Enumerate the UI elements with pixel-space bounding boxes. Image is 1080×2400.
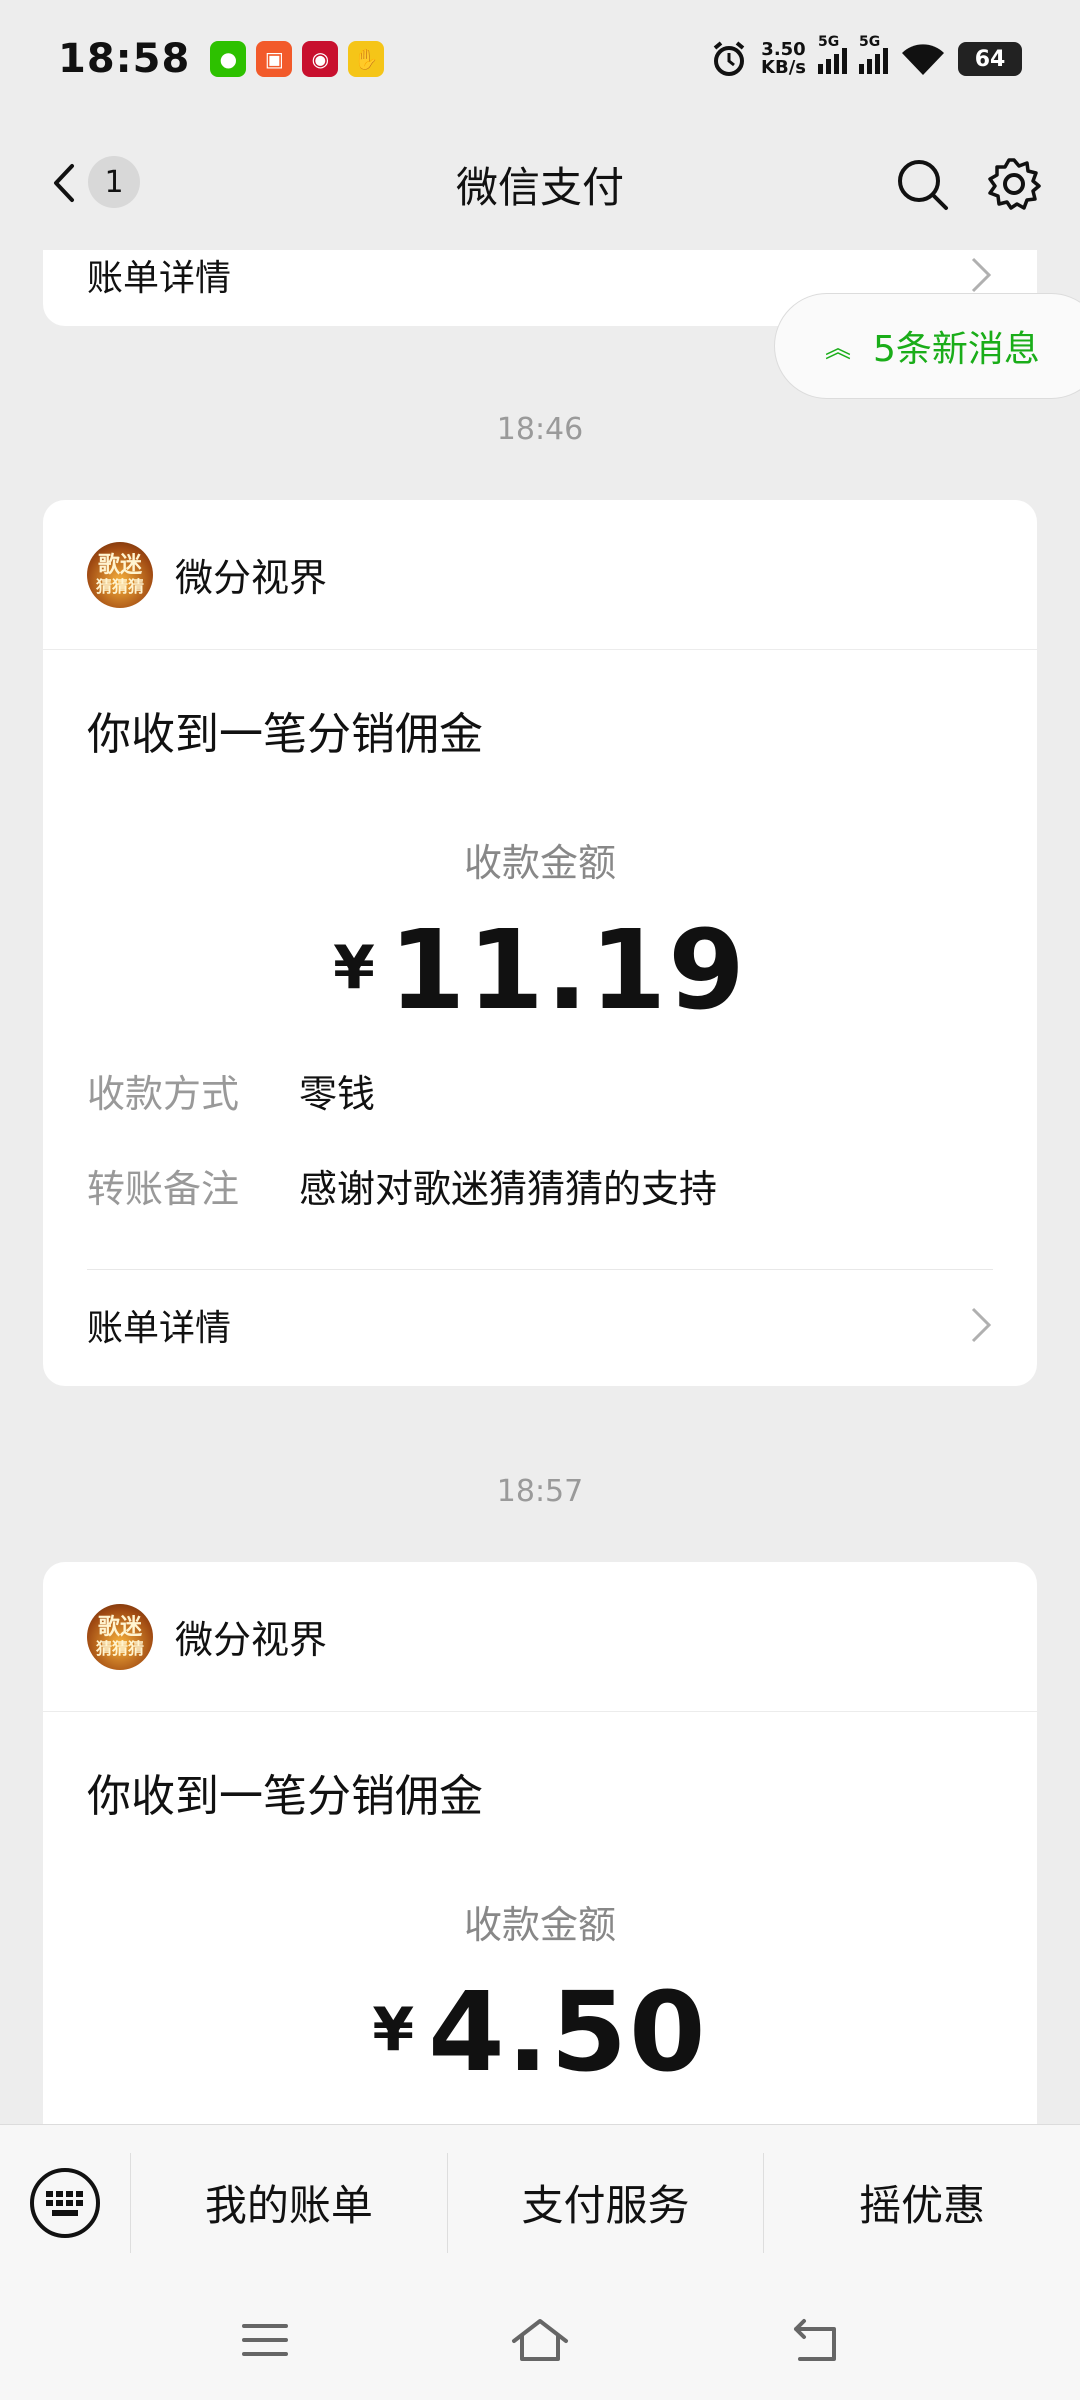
transfer-note-key: 转账备注: [87, 1167, 240, 1211]
card-header[interactable]: 歌迷 猜猜猜 微分视界: [43, 1562, 1037, 1712]
avatar-text-top: 歌迷: [97, 1614, 142, 1640]
system-nav-bar: [0, 2280, 1080, 2400]
sender-name: 微分视界: [175, 1618, 328, 1662]
currency-symbol: ¥: [372, 1995, 415, 2065]
amount-label: 收款金额: [463, 841, 616, 885]
bill-detail-row[interactable]: 账单详情: [43, 1270, 1037, 1380]
status-time: 18:58: [58, 36, 191, 82]
payment-method-row: 收款方式 零钱: [43, 1063, 1037, 1118]
message-title: 你收到一笔分销佣金: [87, 1771, 483, 1822]
currency-symbol: ¥: [333, 933, 375, 1003]
gear-icon[interactable]: [986, 156, 1042, 212]
new-messages-button[interactable]: ︽ 5条新消息: [774, 293, 1080, 399]
wechat-icon: ●: [210, 41, 247, 77]
search-icon[interactable]: [894, 156, 950, 212]
net-speed: 3.50 KB/s: [761, 41, 806, 77]
amount-label: 收款金额: [463, 1903, 616, 1947]
bill-detail-label: 账单详情: [87, 1308, 232, 1349]
avatar: 歌迷 猜猜猜: [87, 541, 153, 608]
payment-method-key: 收款方式: [87, 1072, 240, 1116]
sender-name: 微分视界: [175, 556, 328, 600]
back-arrow-icon[interactable]: [40, 158, 90, 208]
message-time: 18:46: [496, 412, 584, 447]
net-speed-unit: KB/s: [761, 57, 806, 78]
message-title: 你收到一笔分销佣金: [87, 709, 483, 760]
battery-indicator: 64: [958, 42, 1022, 76]
menu-my-bills[interactable]: 我的账单: [130, 2152, 447, 2253]
alarm-icon: [713, 41, 745, 76]
double-chevron-up-icon: ︽: [825, 333, 852, 364]
payment-message-card[interactable]: 歌迷 猜猜猜 微分视界 你收到一笔分销佣金 收款金额 ¥ 11.19 收款方式 …: [43, 500, 1037, 1386]
amount-value: 11.19: [388, 906, 747, 1034]
bill-detail-label: 账单详情: [87, 258, 232, 299]
home-icon[interactable]: [510, 2315, 570, 2365]
menu-icon[interactable]: [240, 2320, 290, 2360]
nav-bar: 1 微信支付: [0, 118, 1080, 250]
message-time: 18:57: [496, 1474, 584, 1509]
signal-1-label: 5G: [818, 34, 840, 50]
back-icon[interactable]: [790, 2317, 840, 2363]
status-right: 3.50 KB/s 5G 5G 64: [709, 34, 1022, 79]
payment-message-card[interactable]: 歌迷 猜猜猜 微分视界 你收到一笔分销佣金 收款金额 ¥ 4.50: [43, 1562, 1037, 2124]
message-list[interactable]: 账单详情 18:46 歌迷 猜猜猜 微分视界 你收到一笔分销佣金 收款金额 ¥ …: [0, 250, 1080, 2124]
avatar-text-bottom: 猜猜猜: [95, 576, 144, 596]
avatar-text-top: 歌迷: [97, 552, 142, 578]
app-icon-2: ▣: [256, 41, 293, 77]
status-app-icons: ● ▣ ◉ ✋: [210, 41, 385, 77]
bottom-menu: 我的账单 支付服务 摇优惠: [0, 2124, 1080, 2280]
menu-payment-services[interactable]: 支付服务: [446, 2152, 764, 2253]
unread-badge[interactable]: 1: [88, 156, 140, 208]
avatar: 歌迷 猜猜猜: [87, 1603, 153, 1670]
amount-value: 4.50: [428, 1968, 708, 2096]
page-title: 微信支付: [455, 162, 624, 212]
signal-icon-1: 5G: [818, 34, 847, 74]
card-header[interactable]: 歌迷 猜猜猜 微分视界: [43, 500, 1037, 650]
status-bar: 18:58 ● ▣ ◉ ✋ 3.50 KB/s 5G 5G 64: [0, 0, 1080, 118]
app-icon-3: ◉: [302, 41, 339, 77]
keyboard-toggle-button[interactable]: [0, 2125, 130, 2281]
app-icon-4: ✋: [348, 41, 385, 77]
transfer-note-row: 转账备注 感谢对歌迷猜猜猜的支持: [43, 1158, 1037, 1213]
payment-method-value: 零钱: [299, 1072, 376, 1116]
new-messages-label: 5条新消息: [873, 329, 1040, 370]
avatar-text-bottom: 猜猜猜: [95, 1638, 144, 1658]
chevron-right-icon: [971, 1307, 992, 1343]
keyboard-icon: [30, 2167, 100, 2238]
transfer-note-value: 感谢对歌迷猜猜猜的支持: [299, 1167, 718, 1211]
chevron-right-icon: [971, 257, 992, 293]
menu-shake-offers[interactable]: 摇优惠: [763, 2152, 1080, 2253]
amount: ¥ 4.50: [43, 1977, 1037, 2087]
amount: ¥ 11.19: [43, 915, 1037, 1025]
wifi-icon: [902, 44, 944, 75]
signal-2-label: 5G: [859, 34, 881, 50]
signal-icon-2: 5G: [859, 34, 888, 74]
